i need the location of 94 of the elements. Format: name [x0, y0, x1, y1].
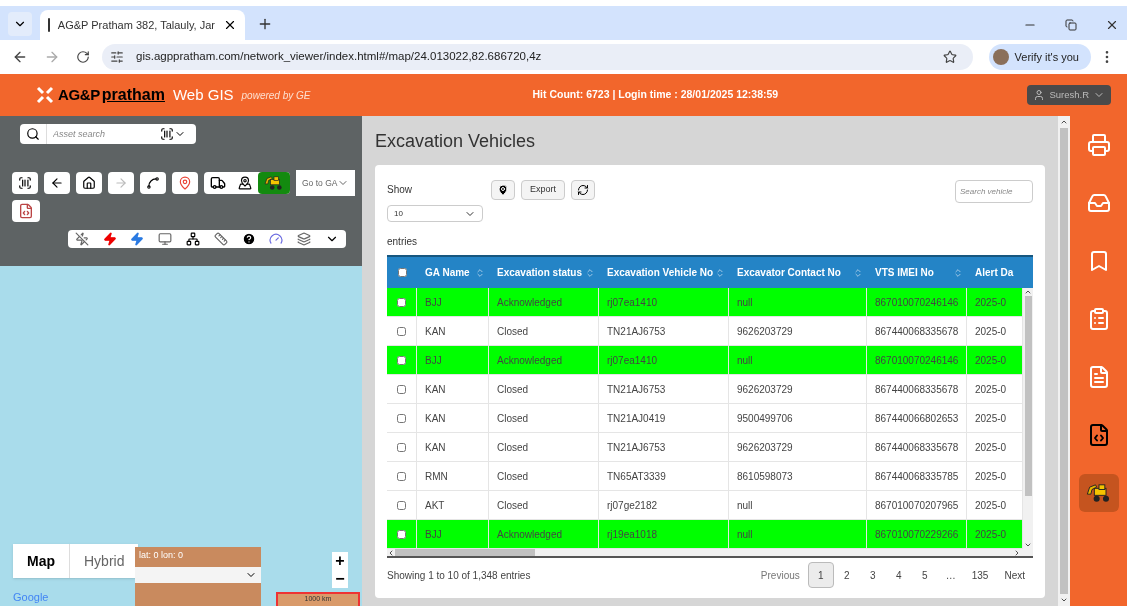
table-cell: Closed [489, 491, 599, 519]
table-cell: TN21AJ6753 [599, 317, 729, 345]
column-header[interactable]: Alert Da [967, 257, 1023, 288]
table-cell: 867440068335678 [867, 433, 967, 461]
table-cell: 867440068335678 [867, 375, 967, 403]
table-cell: KAN [417, 317, 489, 345]
table-cell: AKT [417, 491, 489, 519]
column-header[interactable]: VTS IMEI No [867, 257, 967, 288]
table-cell: RMN [417, 462, 489, 490]
table-cell: TN21AJ6753 [599, 433, 729, 461]
vehicle-search-field[interactable]: Search vehicle [955, 180, 1033, 203]
user-menu-button[interactable]: Suresh.R [1027, 85, 1111, 105]
logo-wordmark: pratham [101, 85, 165, 105]
column-header[interactable]: GA Name [417, 257, 489, 288]
logo-text: AG&P [58, 84, 100, 105]
browser-tab[interactable]: AG&P Pratham 382, Talauly, Jar [40, 10, 245, 40]
table-row[interactable]: KAN Closed TN21AJ6753 9626203729 867440068335678 2025-0 [387, 433, 1023, 462]
address-bar[interactable]: gis.agppratham.com/network_viewer/index.html#/map/24.013022,82.686720,4z [102, 44, 973, 70]
table-cell: 867010070246146 [867, 288, 967, 316]
table-cell: null [729, 288, 867, 316]
table-cell: BJJ [417, 520, 489, 548]
table-cell: null [729, 346, 867, 374]
page-link[interactable]: 1 [807, 562, 834, 588]
show-label: Show [387, 183, 413, 197]
previous-page-link[interactable]: Previous [752, 562, 808, 588]
page-link[interactable]: 5 [911, 562, 938, 588]
table-row[interactable]: RMN Closed TN65AT3339 8610598073 867440068335785 2025-0 [387, 462, 1023, 491]
table-row[interactable]: KAN Closed TN21AJ6753 9626203729 867440068335678 2025-0 [387, 317, 1023, 346]
table-cell: KAN [417, 433, 489, 461]
table-cell: 867440066802653 [867, 404, 967, 432]
table-cell: 867440068335678 [867, 317, 967, 345]
page-link[interactable]: 3 [859, 562, 886, 588]
zoom-out-button[interactable]: − [332, 570, 348, 588]
table-row[interactable]: BJJ Acknowledged rj19ea1018 null 867010070229266 2025-0 [387, 520, 1023, 549]
entries-summary: Showing 1 to 10 of 1,348 entries [387, 568, 531, 583]
page-link[interactable]: … [937, 562, 964, 588]
table-cell: rj19ea1018 [599, 520, 729, 548]
table-row[interactable]: BJJ Acknowledged rj07ea1410 null 867010070246146 2025-0 [387, 288, 1023, 317]
table-cell: 9626203729 [729, 375, 867, 403]
table-cell: 9500499706 [729, 404, 867, 432]
go-to-ga-select[interactable]: Go to GA [296, 170, 356, 196]
url-text: gis.agppratham.com/network_viewer/index.html#/map/24.013022,82.686720,4z [136, 49, 542, 65]
export-button[interactable]: Export [521, 180, 565, 200]
table-cell: Acknowledged [489, 288, 599, 316]
table-row[interactable]: KAN Closed TN21AJ6753 9626203729 867440068335678 2025-0 [387, 375, 1023, 404]
table-cell: KAN [417, 375, 489, 403]
session-status: Hit Count: 6723 | Login time : 28/01/2025 12:38:59 [532, 87, 779, 103]
table-cell: 9626203729 [729, 433, 867, 461]
table-row[interactable]: KAN Closed TN21AJ0419 9500499706 867440066802653 2025-0 [387, 404, 1023, 433]
table-cell: rj07ea1410 [599, 346, 729, 374]
table-cell: TN21AJ0419 [599, 404, 729, 432]
table-cell: 867010070229266 [867, 520, 967, 548]
table-cell: Closed [489, 404, 599, 432]
profile-button[interactable]: Verify it's you [988, 44, 1091, 70]
table-cell: BJJ [417, 288, 489, 316]
table-cell: 867010070207965 [867, 491, 967, 519]
table-cell: rj07ea1410 [599, 288, 729, 316]
asset-search-field[interactable]: Asset search [20, 124, 196, 144]
tab-title: AG&P Pratham 382, Talauly, Jar [57, 17, 215, 33]
table-cell: null [729, 520, 867, 548]
column-header[interactable]: Excavation Vehicle No [599, 257, 729, 288]
table-cell: Acknowledged [489, 346, 599, 374]
table-cell: 8610598073 [729, 462, 867, 490]
powered-by-text: powered by GE [241, 88, 311, 103]
column-header[interactable]: Excavator Contact No [729, 257, 867, 288]
table-cell: Closed [489, 462, 599, 490]
table-cell: Closed [489, 433, 599, 461]
table-cell: Acknowledged [489, 520, 599, 548]
table-row[interactable]: BJJ Acknowledged rj07ea1410 null 867010070246146 2025-0 [387, 346, 1023, 375]
table-cell: KAN [417, 404, 489, 432]
map-attribution: Google [13, 589, 49, 605]
table-cell: 9626203729 [729, 317, 867, 345]
table-cell: Closed [489, 317, 599, 345]
zoom-in-button[interactable]: + [332, 552, 348, 570]
table-cell: TN21AJ6753 [599, 375, 729, 403]
next-page-link[interactable]: Next [996, 562, 1033, 588]
table-row[interactable]: AKT Closed rj07ge2182 null 867010070207965 2025-0 [387, 491, 1023, 520]
map-type-tab[interactable]: Map [13, 544, 69, 578]
table-cell: 867010070246146 [867, 346, 967, 374]
page-title: Excavation Vehicles [375, 130, 537, 153]
table-cell: TN65AT3339 [599, 462, 729, 490]
table-cell: 867440068335785 [867, 462, 967, 490]
page-link[interactable]: 4 [885, 562, 912, 588]
table-cell: BJJ [417, 346, 489, 374]
table-cell: Closed [489, 375, 599, 403]
page-link[interactable]: 135 [963, 562, 997, 588]
coordinates-text: lat: 0 lon: 0 [139, 549, 185, 562]
app-name: Web GIS [172, 84, 234, 105]
table-cell: rj07ge2182 [599, 491, 729, 519]
column-header[interactable]: Excavation status [489, 257, 599, 288]
table-cell: null [729, 491, 867, 519]
entries-label: entries [387, 235, 418, 249]
page-link[interactable]: 2 [833, 562, 860, 588]
page-size-select[interactable]: 10 [387, 205, 483, 222]
